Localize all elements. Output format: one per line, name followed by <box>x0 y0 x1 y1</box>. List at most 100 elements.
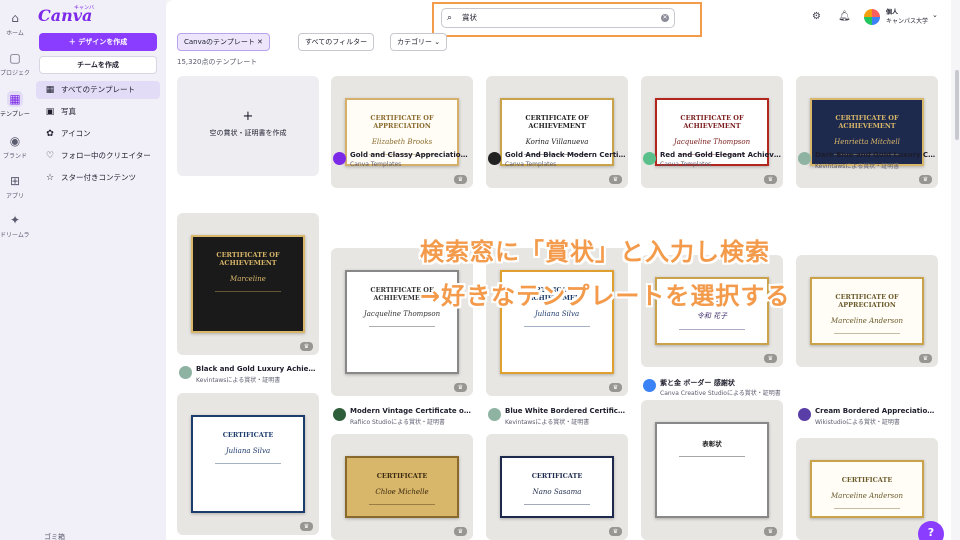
certificate-title: CERTIFICATE OF APPRECIATION <box>370 114 434 130</box>
trash-link[interactable]: ゴミ箱 <box>44 532 65 540</box>
sidebar-item-label: スター付きコンテンツ <box>61 173 136 182</box>
template-author: Kevintawsによる賞状・証明書 <box>505 419 590 426</box>
rail-label: ホーム <box>6 30 24 37</box>
creator-avatar <box>488 408 501 421</box>
template-author: Canva Templates <box>505 161 557 168</box>
filter-chip-all-filters[interactable]: すべてのフィルター <box>298 33 375 51</box>
settings-icon[interactable]: ⚙ <box>812 11 821 22</box>
rail-projects[interactable]: ▢ プロジェクト <box>0 50 30 77</box>
certificate-line <box>215 463 281 464</box>
premium-crown-icon: ♛ <box>609 383 622 392</box>
rail-label: テンプレート <box>0 111 30 118</box>
certificate-title: CERTIFICATE <box>531 472 583 480</box>
template-thumbnail[interactable]: 感謝状 令和 花子 ♛ <box>641 255 783 367</box>
filter-chip-canva-templates[interactable]: Canvaのテンプレート ✕ <box>177 33 270 51</box>
sidebar-item-photos[interactable]: ▣ 写真 <box>36 103 160 121</box>
dreamlab-icon: ✦ <box>9 213 21 227</box>
certificate-preview: CERTIFICATE Marceline Anderson <box>810 460 924 518</box>
rail-templates[interactable]: ▦ テンプレート <box>0 91 30 118</box>
template-meta[interactable]: Gold And Black Modern Certificate Canva T… <box>486 150 628 176</box>
template-thumbnail[interactable]: CERTIFICATE OF ACHIEVEMENT Juliana Silva ♛ <box>486 248 628 396</box>
template-author: Kevintawsによる賞状・証明書 <box>815 163 900 170</box>
rail-dreamlab[interactable]: ✦ ドリームラボ <box>0 212 30 239</box>
avatar <box>864 9 880 25</box>
certificate-recipient: Nano Sasama <box>532 488 582 496</box>
rail-brand[interactable]: ◉ ブランド <box>0 133 30 160</box>
filter-chip-category[interactable]: カテゴリー ⌄ <box>390 33 448 51</box>
create-blank-certificate-card[interactable]: + 空の賞状・証明書を作成 <box>177 76 319 176</box>
template-thumbnail[interactable]: CERTIFICATE OF ACHIEVEMENT Jacqueline Tho… <box>331 248 473 396</box>
rail-apps[interactable]: ⊞ アプリ <box>0 173 30 200</box>
template-meta[interactable]: Modern Vintage Certificate of Ac... Rafii… <box>331 406 473 432</box>
template-title: Gold And Black Modern Certificate <box>505 151 627 159</box>
account-team: キャンパス大学 <box>886 18 929 25</box>
create-blank-label: 空の賞状・証明書を作成 <box>209 129 287 137</box>
template-author: Rafiico Studioによる賞状・証明書 <box>350 419 445 426</box>
account-menu[interactable]: 個人 キャンパス大学 ⌄ <box>864 8 944 28</box>
rail-home[interactable]: ⌂ ホーム <box>0 10 30 37</box>
template-meta[interactable]: Dark Blue and Gold Luxury Certifi... Kevi… <box>796 150 938 176</box>
creator-avatar <box>643 379 656 392</box>
certificate-preview: CERTIFICATE Chloe Michelle <box>345 456 459 518</box>
premium-crown-icon: ♛ <box>919 175 932 184</box>
plus-icon: + <box>242 109 254 124</box>
template-thumbnail[interactable]: CERTIFICATE OF APPRECIATION Marceline And… <box>796 255 938 367</box>
template-thumbnail[interactable]: CERTIFICATE Chloe Michelle ♛ <box>331 434 473 540</box>
premium-crown-icon: ♛ <box>300 522 313 531</box>
template-meta[interactable]: Blue White Bordered Certificate ... Kevin… <box>486 406 628 432</box>
scrollbar[interactable] <box>953 0 960 540</box>
help-button[interactable]: ? <box>918 521 944 540</box>
certificate-title: CERTIFICATE OF ACHIEVEMENT <box>835 114 899 130</box>
template-thumbnail[interactable]: 表彰状 ♛ <box>641 400 783 540</box>
logo-kana: キャンバ <box>74 5 95 11</box>
sidebar-item-following[interactable]: ♡ フォロー中のクリエイター <box>36 147 160 165</box>
template-thumbnail[interactable]: CERTIFICATEMarceline Anderson♛ <box>796 438 938 540</box>
premium-crown-icon: ♛ <box>609 175 622 184</box>
sidebar-item-label: 写真 <box>61 107 76 116</box>
template-meta[interactable]: Cream Bordered Appreciation Ce... Wikistu… <box>796 406 938 432</box>
template-author: Canva Templates <box>660 161 712 168</box>
premium-crown-icon: ♛ <box>609 527 622 536</box>
template-meta[interactable]: Gold and Classy Appreciation Cer... Canva… <box>331 150 473 176</box>
certificate-line <box>524 326 590 327</box>
home-icon: ⌂ <box>11 11 19 25</box>
template-author: Canva Templates <box>350 161 402 168</box>
certificate-title: CERTIFICATE OF ACHIEVEMENT <box>525 114 589 130</box>
notifications-icon[interactable]: 🔔︎ <box>838 11 851 22</box>
certificate-recipient: Juliana Silva <box>534 310 580 318</box>
template-meta[interactable]: Black and Gold Luxury Achievem... Kevinta… <box>177 364 319 390</box>
template-title: Cream Bordered Appreciation Ce... <box>815 407 937 415</box>
template-title: Modern Vintage Certificate of Ac... <box>350 407 472 415</box>
rail-label: アプリ <box>5 193 24 200</box>
folder-icon: ▢ <box>9 51 21 65</box>
template-meta[interactable]: Red and Gold Elegant Achieveme... Canva T… <box>641 150 783 176</box>
template-thumbnail[interactable]: CERTIFICATE Nano Sasama ♛ <box>486 434 628 540</box>
premium-crown-icon: ♛ <box>454 527 467 536</box>
creator-avatar <box>179 366 192 379</box>
template-title: Gold and Classy Appreciation Cer... <box>350 151 472 159</box>
premium-crown-icon: ♛ <box>764 527 777 536</box>
premium-crown-icon: ♛ <box>454 175 467 184</box>
certificate-line <box>369 504 435 505</box>
scrollbar-thumb[interactable] <box>955 70 959 140</box>
sidebar-item-icons[interactable]: ✿ アイコン <box>36 125 160 143</box>
rail-label: ブランド <box>2 153 27 160</box>
certificate-line <box>215 291 281 292</box>
template-title: Dark Blue and Gold Luxury Certifi... <box>815 151 937 159</box>
premium-crown-icon: ♛ <box>300 342 313 351</box>
sidebar-item-starred[interactable]: ☆ スター付きコンテンツ <box>36 169 160 187</box>
premium-crown-icon: ♛ <box>764 175 777 184</box>
certificate-recipient: Jacqueline Thompson <box>673 138 751 146</box>
certificate-recipient: Elizabeth Brooks <box>371 138 433 146</box>
creator-avatar <box>333 408 346 421</box>
certificate-line <box>369 326 435 327</box>
certificate-recipient: Chloe Michelle <box>375 488 429 496</box>
template-thumbnail[interactable]: CERTIFICATE Juliana Silva ♛ <box>177 393 319 535</box>
certificate-line <box>679 329 745 330</box>
template-thumbnail[interactable]: CERTIFICATE OF ACHIEVEMENT Marceline ♛ <box>177 213 319 355</box>
sidebar-item-all-templates[interactable]: ▦ すべてのテンプレート <box>36 81 160 99</box>
create-team-button[interactable]: チームを作成 <box>39 56 157 74</box>
creator-avatar <box>488 152 501 165</box>
create-design-button[interactable]: ＋ デザインを作成 <box>39 33 157 51</box>
certificate-title: CERTIFICATE <box>376 472 428 480</box>
